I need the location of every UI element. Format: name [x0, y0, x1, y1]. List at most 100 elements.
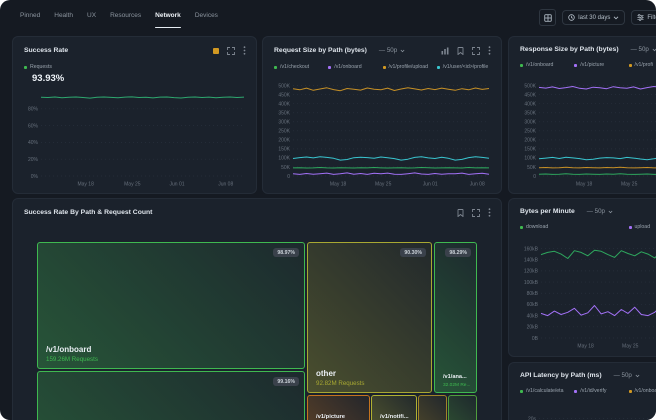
svg-text:350K: 350K [278, 111, 290, 117]
more-menu-icon[interactable] [243, 46, 246, 55]
treemap-cell-other[interactable]: 90.30% other 92.82M Requests [307, 242, 432, 393]
svg-text:160kB: 160kB [524, 246, 539, 252]
cell-path-label: other [316, 369, 336, 378]
legend-dot [629, 390, 632, 393]
more-menu-icon[interactable] [488, 46, 491, 55]
svg-text:500K: 500K [278, 83, 290, 89]
success-badge: 98.97% [273, 248, 299, 257]
treemap-cell[interactable]: 99.16% [37, 371, 305, 420]
svg-text:50K: 50K [527, 165, 537, 171]
svg-text:Jun 01: Jun 01 [423, 182, 438, 188]
legend-label: /v1/checkout [280, 64, 309, 70]
legend-label: /v1/profile/upload [389, 64, 429, 70]
success-rate-value: 93.93% [32, 73, 256, 84]
svg-text:100kB: 100kB [524, 280, 539, 286]
legend-item[interactable]: /v1/calculate/eta [520, 388, 574, 394]
legend-dot [24, 66, 27, 69]
svg-text:100K: 100K [524, 156, 536, 162]
legend-item[interactable]: /v1/profile/upload [383, 64, 437, 70]
panel-api-latency: API Latency by Path (ms) — 50p /v1/calcu… [508, 362, 656, 420]
expand-icon[interactable] [472, 47, 480, 55]
cell-path-label: /v1/picture [316, 414, 345, 420]
filter-compare-button[interactable]: Filter/Co [631, 10, 656, 25]
panel-header: Success Rate By Path & Request Count [13, 199, 501, 217]
date-range-selector[interactable]: last 30 days [562, 10, 625, 25]
grid-layout-button[interactable] [539, 9, 556, 26]
legend-dot [520, 390, 523, 393]
legend-item[interactable]: /v1/id/verify [574, 388, 628, 394]
treemap-cell-onboard[interactable]: 98.97% /v1/onboard 159.26M Requests [37, 242, 305, 369]
svg-text:500K: 500K [524, 83, 536, 89]
svg-text:0%: 0% [31, 174, 39, 180]
percentile-dropdown[interactable]: — 50p [631, 46, 656, 53]
svg-text:May 18: May 18 [577, 344, 594, 350]
cell-request-count: 32.02M Re... [443, 383, 470, 388]
svg-text:60kB: 60kB [527, 302, 539, 308]
pin-icon[interactable] [457, 209, 464, 217]
legend-item[interactable]: Requests [24, 64, 246, 70]
panel-title: Response Size by Path (bytes) [520, 46, 619, 53]
chart-legend: /v1/calculate/eta /v1/id/verify /v1/onbo… [509, 379, 656, 394]
treemap-cell-picture[interactable]: /v1/picture [307, 395, 370, 420]
svg-text:May 25: May 25 [375, 182, 392, 188]
legend-item[interactable]: download [520, 224, 574, 230]
legend-dot [328, 66, 331, 69]
legend-label: /v1/picture [580, 62, 604, 68]
legend-item[interactable]: /v1/onboard [520, 62, 574, 68]
svg-text:120kB: 120kB [524, 269, 539, 275]
treemap-cell-analytics[interactable]: 98.29% /v1/ana... 32.02M Re... [434, 242, 477, 393]
legend-item[interactable]: upload [629, 224, 656, 230]
legend-dot [629, 226, 632, 229]
percentile-dropdown[interactable]: — 50p [379, 47, 405, 54]
request-size-chart: 050K100K150K200K250K300K350K400K450K500K… [269, 77, 495, 189]
panel-header-icons [441, 46, 491, 55]
legend-item[interactable]: /v1/onboard [328, 64, 382, 70]
svg-text:150K: 150K [278, 147, 290, 153]
legend-item[interactable]: /v1/picture [574, 62, 628, 68]
treemap-cell[interactable] [418, 395, 447, 420]
svg-text:80%: 80% [28, 107, 39, 113]
svg-text:May 25: May 25 [622, 344, 639, 350]
legend-item[interactable]: /v1/user/<id>/profile [437, 64, 491, 70]
svg-text:100K: 100K [278, 156, 290, 162]
treemap-cell-notifications[interactable]: /v1/notifi... [371, 395, 417, 420]
legend-label: /v1/onboard [526, 62, 553, 68]
expand-icon[interactable] [227, 47, 235, 55]
tab-pinned[interactable]: Pinned [20, 0, 40, 32]
legend-item[interactable]: /v1/checkout [274, 64, 328, 70]
svg-text:20s: 20s [528, 416, 537, 420]
tab-network[interactable]: Network [155, 0, 181, 32]
expand-icon[interactable] [472, 209, 480, 217]
legend-label: Requests [30, 64, 52, 70]
percentile-label: — 50p [614, 372, 632, 379]
tab-devices[interactable]: Devices [195, 0, 218, 32]
pin-icon[interactable] [457, 47, 464, 55]
tab-resources[interactable]: Resources [110, 0, 141, 32]
percentile-label: — 50p [379, 47, 397, 54]
cell-path-label: /v1/ana... [443, 374, 467, 380]
tab-health[interactable]: Health [54, 0, 73, 32]
legend-dot [274, 66, 277, 69]
legend-label: /v1/id/verify [580, 388, 606, 394]
treemap-cell[interactable] [448, 395, 477, 420]
percentile-dropdown[interactable]: — 50p [614, 372, 640, 379]
legend-dot [574, 64, 577, 67]
panel-success-by-path: Success Rate By Path & Request Count 98.… [12, 198, 502, 420]
clock-icon [568, 14, 575, 21]
date-range-label: last 30 days [578, 15, 610, 21]
legend-dot [629, 64, 632, 67]
cell-request-count: 92.82M Requests [316, 380, 365, 387]
legend-dot [383, 66, 386, 69]
panel-title: API Latency by Path (ms) [520, 372, 602, 379]
svg-text:150K: 150K [524, 147, 536, 153]
tab-ux[interactable]: UX [87, 0, 96, 32]
chart-type-icon[interactable] [441, 47, 449, 55]
legend-item[interactable]: /v1/profi [629, 62, 656, 68]
percentile-dropdown[interactable]: — 50p [587, 208, 613, 215]
bytes-per-minute-chart: 0B20kB40kB60kB80kB100kB120kB140kB160kBMa… [515, 239, 656, 351]
filter-label: Filter/Co [647, 15, 656, 21]
legend-item[interactable]: /v1/onboa [629, 388, 656, 394]
more-menu-icon[interactable] [488, 208, 491, 217]
annotation-note-icon[interactable] [213, 48, 219, 54]
svg-text:140kB: 140kB [524, 257, 539, 263]
